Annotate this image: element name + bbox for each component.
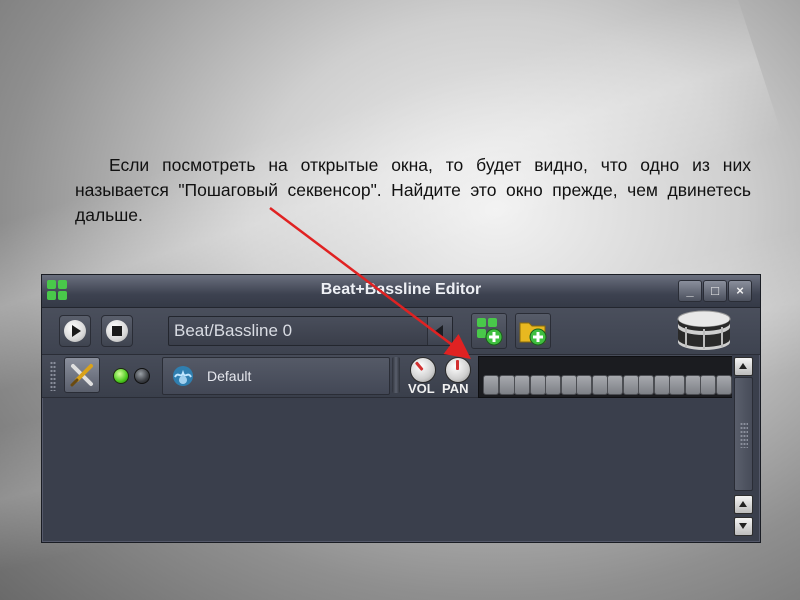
- add-beat-button[interactable]: [471, 313, 507, 349]
- scroll-thumb[interactable]: [734, 377, 753, 491]
- minimize-icon: _: [686, 283, 694, 298]
- title-bar[interactable]: Beat+Bassline Editor _ □ ×: [42, 275, 760, 308]
- stop-button[interactable]: [101, 315, 133, 347]
- step-sequencer: [478, 356, 734, 398]
- beat-bassline-editor-window: Beat+Bassline Editor _ □ × Beat/Bassline…: [41, 274, 761, 543]
- wrench-screwdriver-icon: [70, 364, 93, 387]
- step-button[interactable]: [700, 375, 716, 395]
- step-button[interactable]: [514, 375, 530, 395]
- step-button[interactable]: [545, 375, 561, 395]
- play-button[interactable]: [59, 315, 91, 347]
- maximize-button[interactable]: □: [703, 280, 727, 302]
- step-button[interactable]: [638, 375, 654, 395]
- pan-label: PAN: [442, 381, 469, 396]
- volume-knob[interactable]: [410, 357, 436, 383]
- add-track-button[interactable]: [515, 313, 551, 349]
- scroll-up-button[interactable]: [734, 357, 753, 376]
- vertical-scrollbar[interactable]: [732, 355, 755, 539]
- step-button[interactable]: [669, 375, 685, 395]
- track-separator: [392, 357, 400, 393]
- window-title: Beat+Bassline Editor: [320, 281, 482, 298]
- step-button[interactable]: [715, 375, 732, 395]
- drum-icon: [677, 310, 731, 350]
- instruction-caption: Если посмотреть на открытые окна, то буд…: [75, 155, 751, 225]
- drag-handle[interactable]: [50, 361, 56, 391]
- play-icon: [72, 325, 81, 337]
- step-button[interactable]: [607, 375, 623, 395]
- step-button[interactable]: [622, 375, 639, 395]
- step-button[interactable]: [576, 375, 592, 395]
- step-button[interactable]: [653, 375, 670, 395]
- track-tools-button[interactable]: [64, 357, 100, 393]
- instrument-button[interactable]: Default: [162, 357, 390, 395]
- solo-led-toggle[interactable]: [134, 368, 150, 384]
- step-button[interactable]: [591, 375, 608, 395]
- editor-toolbar: Beat/Bassline 0: [42, 308, 760, 355]
- step-button[interactable]: [560, 375, 577, 395]
- close-icon: ×: [736, 283, 744, 298]
- step-button[interactable]: [483, 375, 499, 395]
- scroll-down-button[interactable]: [734, 517, 753, 536]
- step-button[interactable]: [529, 375, 546, 395]
- scroll-up-button-bottom[interactable]: [734, 495, 753, 514]
- mute-led-toggle[interactable]: [113, 368, 129, 384]
- beat-bassline-select[interactable]: Beat/Bassline 0: [168, 316, 453, 346]
- step-button[interactable]: [684, 375, 701, 395]
- stop-icon: [112, 326, 122, 336]
- beat-bassline-select-value: Beat/Bassline 0: [174, 321, 293, 340]
- close-button[interactable]: ×: [728, 280, 752, 302]
- volume-label: VOL: [408, 381, 435, 396]
- instrument-name: Default: [207, 368, 252, 384]
- pan-knob[interactable]: [445, 357, 471, 383]
- minimize-button[interactable]: _: [678, 280, 702, 302]
- maximize-icon: □: [711, 283, 719, 298]
- add-track-icon: [519, 322, 547, 346]
- select-arrow-icon[interactable]: [427, 317, 452, 345]
- add-beat-icon: [477, 318, 503, 346]
- instrument-plugin-icon: [173, 366, 193, 386]
- step-button[interactable]: [498, 375, 515, 395]
- track-row: Default VOL PAN: [42, 355, 734, 398]
